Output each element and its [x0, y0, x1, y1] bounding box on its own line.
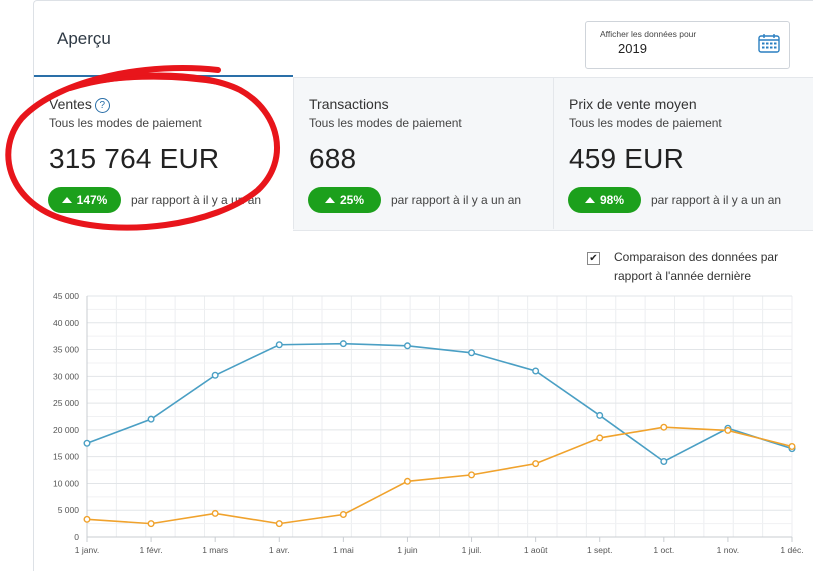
y-tick-label: 0 — [74, 532, 79, 542]
x-tick-label: 1 juil. — [462, 545, 482, 555]
y-tick-label: 35 000 — [53, 345, 79, 355]
x-tick-label: 1 août — [524, 545, 548, 555]
x-tick-label: 1 sept. — [587, 545, 613, 555]
series-point-1 — [339, 511, 347, 519]
x-tick-label: 1 nov. — [717, 545, 740, 555]
y-tick-label: 10 000 — [53, 478, 79, 488]
y-tick-label: 30 000 — [53, 371, 79, 381]
x-tick-label: 1 janv. — [75, 545, 99, 555]
series-point-0 — [275, 341, 283, 349]
y-tick-label: 45 000 — [53, 291, 79, 301]
sales-line-chart: 0 5 000 10 000 15 000 20 000 25 000 30 000 35 0… — [53, 291, 804, 555]
series-point-1 — [724, 426, 732, 434]
x-tick-label: 1 mai — [333, 545, 354, 555]
series-point-0 — [660, 457, 668, 465]
series-point-0 — [403, 342, 411, 350]
x-tick-label: 1 juin — [397, 545, 418, 555]
x-tick-label: 1 févr. — [140, 545, 163, 555]
y-tick-label: 40 000 — [53, 318, 79, 328]
series-point-0 — [211, 371, 219, 379]
series-point-1 — [788, 442, 796, 450]
series-point-1 — [596, 434, 604, 442]
series-point-0 — [532, 367, 540, 375]
series-point-1 — [275, 520, 283, 528]
series-point-1 — [211, 509, 219, 517]
y-tick-label: 15 000 — [53, 452, 79, 462]
series-point-1 — [403, 477, 411, 485]
series-point-1 — [468, 471, 476, 479]
series-point-0 — [596, 411, 604, 419]
series-point-0 — [147, 415, 155, 423]
y-tick-label: 20 000 — [53, 425, 79, 435]
series-point-0 — [339, 340, 347, 348]
x-tick-label: 1 déc. — [780, 545, 803, 555]
series-point-1 — [147, 520, 155, 528]
series-point-1 — [660, 423, 668, 431]
y-tick-label: 25 000 — [53, 398, 79, 408]
series-point-1 — [83, 515, 91, 523]
y-tick-label: 5 000 — [58, 505, 80, 515]
x-tick-label: 1 mars — [202, 545, 228, 555]
series-point-1 — [532, 460, 540, 468]
x-tick-label: 1 avr. — [269, 545, 290, 555]
series-point-0 — [468, 349, 476, 357]
series-point-0 — [83, 439, 91, 447]
x-tick-label: 1 oct. — [653, 545, 674, 555]
